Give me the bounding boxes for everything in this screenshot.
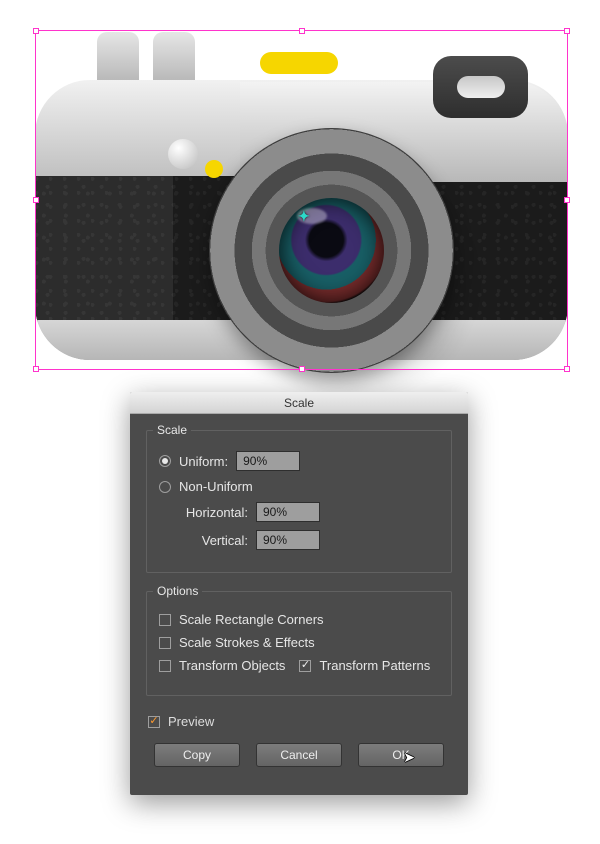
scale-strokes-checkbox[interactable] [159, 637, 171, 649]
options-group-label: Options [153, 584, 202, 598]
copy-button-label: Copy [183, 748, 211, 762]
transform-patterns-label: Transform Patterns [319, 658, 430, 673]
dialog-titlebar[interactable]: Scale [130, 392, 468, 414]
ok-button-label: OK [392, 748, 409, 762]
scale-strokes-row: Scale Strokes & Effects [159, 635, 439, 650]
transform-objects-label: Transform Objects [179, 658, 285, 673]
dialog-body: Scale Uniform: 90% Non-Uniform Horizonta… [130, 414, 468, 795]
scale-group: Scale Uniform: 90% Non-Uniform Horizonta… [146, 430, 452, 573]
ok-button[interactable]: ➤ OK [358, 743, 444, 767]
resize-handle-bottom-right[interactable] [564, 366, 570, 372]
camera-flash-bar [260, 52, 338, 74]
resize-handle-top-right[interactable] [564, 28, 570, 34]
dialog-button-row: Copy Cancel ➤ OK [146, 743, 452, 781]
nonuniform-label: Non-Uniform [179, 479, 253, 494]
canvas-artboard[interactable]: ✦ [35, 30, 568, 370]
camera-viewfinder [433, 56, 528, 118]
camera-lens-glass [279, 198, 384, 303]
copy-button[interactable]: Copy [154, 743, 240, 767]
uniform-row: Uniform: 90% [159, 451, 439, 471]
camera-viewfinder-slot [457, 76, 505, 98]
horizontal-label: Horizontal: [173, 505, 248, 520]
preview-row: Preview [148, 714, 452, 729]
uniform-value-field[interactable]: 90% [236, 451, 300, 471]
scale-strokes-label: Scale Strokes & Effects [179, 635, 315, 650]
options-group: Options Scale Rectangle Corners Scale St… [146, 591, 452, 696]
nonuniform-row: Non-Uniform [159, 479, 439, 494]
preview-checkbox[interactable] [148, 716, 160, 728]
horizontal-value-field[interactable]: 90% [256, 502, 320, 522]
scale-dialog: Scale Scale Uniform: 90% Non-Uniform Hor… [130, 392, 468, 795]
vertical-label: Vertical: [173, 533, 248, 548]
uniform-radio[interactable] [159, 455, 171, 467]
transform-row: Transform Objects Transform Patterns [159, 658, 439, 673]
camera-led-yellow [205, 160, 223, 178]
nonuniform-radio[interactable] [159, 481, 171, 493]
camera-grip-highlight [35, 176, 173, 322]
scale-corners-checkbox[interactable] [159, 614, 171, 626]
preview-label: Preview [168, 714, 214, 729]
resize-handle-top-left[interactable] [33, 28, 39, 34]
dialog-title: Scale [284, 396, 314, 410]
transform-patterns-checkbox[interactable] [299, 660, 311, 672]
resize-handle-top-mid[interactable] [299, 28, 305, 34]
camera-led-white [168, 139, 198, 169]
scale-corners-row: Scale Rectangle Corners [159, 612, 439, 627]
cancel-button-label: Cancel [280, 748, 317, 762]
scale-corners-label: Scale Rectangle Corners [179, 612, 324, 627]
scale-group-label: Scale [153, 423, 191, 437]
cancel-button[interactable]: Cancel [256, 743, 342, 767]
vertical-row: Vertical: 90% [159, 530, 439, 550]
horizontal-row: Horizontal: 90% [159, 502, 439, 522]
resize-handle-bottom-left[interactable] [33, 366, 39, 372]
uniform-label: Uniform: [179, 454, 228, 469]
vertical-value-field[interactable]: 90% [256, 530, 320, 550]
transform-objects-checkbox[interactable] [159, 660, 171, 672]
